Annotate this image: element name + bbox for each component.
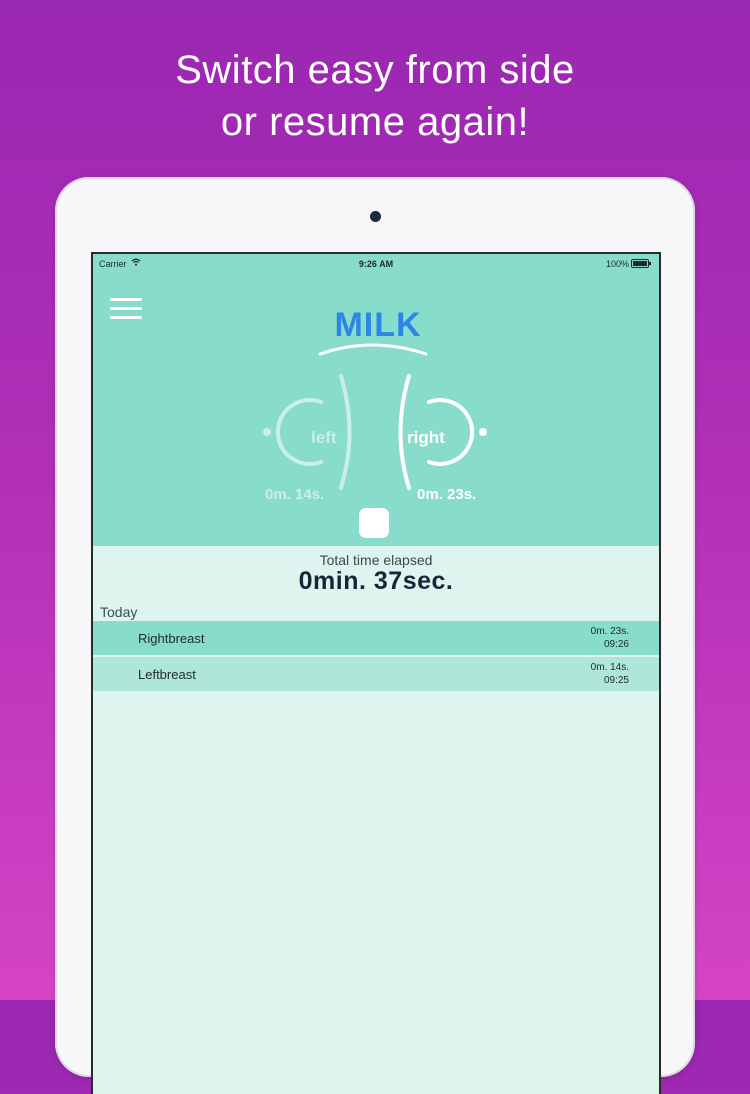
hamburger-menu-icon[interactable] bbox=[110, 298, 142, 322]
left-timer: 0m. 14s. bbox=[265, 486, 325, 503]
left-label: left bbox=[311, 428, 337, 447]
right-timer: 0m. 23s. bbox=[417, 486, 477, 503]
marketing-headline: Switch easy from side or resume again! bbox=[0, 44, 750, 148]
history-row-rightbreast[interactable]: Rightbreast 0m. 23s. 09:26 bbox=[93, 621, 659, 655]
app-screen: Carrier 9:26 AM 100% MILK left right 0m.… bbox=[91, 252, 661, 1094]
camera-dot bbox=[370, 211, 381, 222]
history-row-name: Leftbreast bbox=[138, 667, 196, 682]
tablet-device-frame: Carrier 9:26 AM 100% MILK left right 0m.… bbox=[55, 177, 695, 1094]
elapsed-value: 0min. 37sec. bbox=[298, 567, 454, 595]
history-row-time: 09:26 bbox=[603, 639, 629, 650]
headline-line-1: Switch easy from side bbox=[175, 48, 575, 92]
history-row-duration: 0m. 23s. bbox=[590, 626, 629, 637]
elapsed-label: Total time elapsed bbox=[319, 552, 433, 568]
headline-line-2: or resume again! bbox=[220, 100, 530, 144]
logo-smile-arc bbox=[318, 343, 428, 356]
left-breast-toggle[interactable] bbox=[263, 370, 353, 494]
battery-percent: 100% bbox=[605, 259, 629, 269]
status-bar: Carrier 9:26 AM 100% bbox=[93, 254, 659, 274]
history-row-leftbreast[interactable]: Leftbreast 0m. 14s. 09:25 bbox=[93, 657, 659, 691]
timer-section: Carrier 9:26 AM 100% MILK left right 0m.… bbox=[93, 254, 659, 546]
history-row-time: 09:25 bbox=[603, 675, 629, 686]
history-section-title: Today bbox=[100, 604, 138, 620]
right-label: right bbox=[407, 428, 445, 447]
app-logo: MILK bbox=[334, 306, 422, 344]
history-row-duration: 0m. 14s. bbox=[590, 662, 629, 673]
stop-button[interactable] bbox=[359, 508, 389, 538]
status-time: 9:26 AM bbox=[358, 259, 394, 269]
battery-icon bbox=[631, 259, 651, 268]
history-row-name: Rightbreast bbox=[138, 631, 205, 646]
